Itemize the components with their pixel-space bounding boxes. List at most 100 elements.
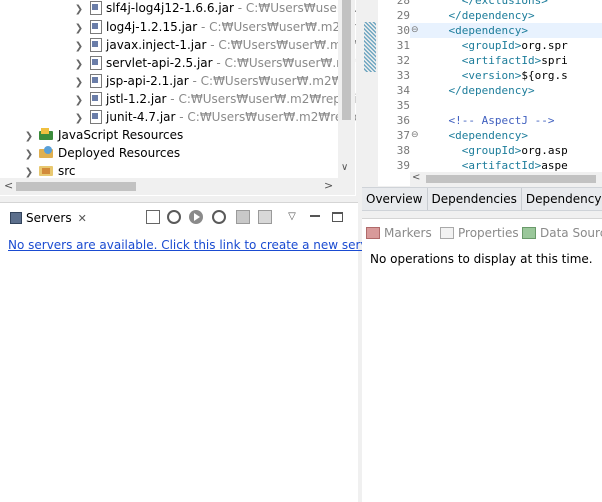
tab-overview[interactable]: Overview [362,188,428,210]
fold-toggle-icon[interactable] [411,0,421,8]
tree-item-jar[interactable]: ❯ log4j-1.2.15.jar - C:₩Users₩user₩.m2₩re… [74,18,356,36]
chevron-right-icon[interactable]: ❯ [74,1,84,19]
pom-xml-editor[interactable]: 28 </exclusions> 29 </dependency> 30 ⊖ <dep… [362,0,602,186]
fold-toggle-icon[interactable] [411,113,421,128]
jar-path: - C:₩Users₩user₩.m2₩re [210,38,356,52]
view-menu-icon[interactable]: ▽ [285,210,299,224]
debug-server-icon[interactable] [167,210,181,224]
fold-toggle-icon[interactable] [411,143,421,158]
tree-item-jar[interactable]: ❯jsp-api-2.1.jar - C:₩Users₩user₩.m2₩rep… [74,72,356,90]
collapse-all-icon[interactable] [146,210,160,224]
code-line[interactable]: <dependency> [422,128,528,143]
fold-toggle-icon[interactable] [411,158,421,173]
line-number: 32 [396,54,410,67]
tree-item-deployed-resources[interactable]: ❯ Deployed Resources [24,144,180,162]
tree-item-jar[interactable]: ❯servlet-api-2.5.jar - C:₩Users₩user₩.m2… [74,54,356,72]
tree-item-javascript-resources[interactable]: ❯ JavaScript Resources [24,126,183,144]
xml-value: aspe [541,159,568,172]
servers-tab-label: Servers [26,211,72,225]
fold-toggle-icon[interactable] [411,53,421,68]
tree-item-jar[interactable]: ❯javax.inject-1.jar - C:₩Users₩user₩.m2₩… [74,36,356,54]
jar-icon [88,109,102,124]
tab-servers[interactable]: Servers ✕ [4,207,93,229]
data-source-icon [522,227,536,239]
tree-item-jar[interactable]: ❯ jstl-1.2.jar - C:₩Users₩user₩.m2₩reposi… [74,90,356,108]
scroll-down-icon[interactable]: ∨ [341,162,348,173]
fold-toggle-icon[interactable] [411,98,421,113]
scrollbar-thumb[interactable] [342,0,351,120]
servers-toolbar: Servers ✕ ▽ [0,203,358,231]
scroll-left-icon[interactable]: < [412,172,420,183]
create-server-link[interactable]: No servers are available. Click this lin… [8,238,390,252]
code-line[interactable]: <artifactId>aspe [422,158,568,173]
code-line[interactable]: <version>${org.s [422,68,568,83]
profile-server-icon[interactable] [212,210,226,224]
folder-name: src [58,164,76,178]
fold-toggle-icon[interactable]: ⊖ [411,128,421,143]
code-line[interactable]: <!-- AspectJ --> [422,113,555,128]
properties-icon [440,227,454,239]
code-line[interactable]: </dependency> [422,83,535,98]
project-explorer: ❯ slf4j-log4j12-1.6.6.jar - C:₩Users₩user… [0,0,356,196]
editor-horizontal-scrollbar[interactable]: < [410,172,602,186]
publish-icon[interactable] [258,210,272,224]
tab-data-source[interactable]: Data Sourc [522,223,602,243]
xml-tag: <dependency> [448,24,528,37]
tab-dependency-hierarchy[interactable]: Dependency Hier [522,188,602,210]
xml-tag: <groupId> [461,144,522,157]
minimize-icon[interactable] [309,210,323,224]
markers-icon [366,227,380,239]
fold-toggle-icon[interactable] [411,68,421,83]
line-number: 34 [396,84,410,97]
stop-server-icon[interactable] [236,210,250,224]
tab-label: Properties [458,226,519,240]
maximize-icon[interactable] [332,212,343,222]
fold-toggle-icon[interactable] [411,83,421,98]
code-line[interactable]: <dependency> [422,23,528,38]
javascript-resources-icon [38,127,54,141]
fold-toggle-icon[interactable]: ⊖ [411,23,421,38]
tab-properties[interactable]: Properties [440,223,519,243]
jar-name: javax.inject-1.jar [106,38,207,52]
xml-tag: <artifactId> [461,159,542,172]
code-line[interactable]: <artifactId>spri [422,53,568,68]
pom-editor-tabs: OverviewDependenciesDependency Hier [362,187,602,211]
xml-tag: <dependency> [448,129,528,142]
line-number: 31 [396,39,410,52]
scrollbar-thumb[interactable] [16,182,136,191]
jar-path: - C:₩Users₩user₩.m2₩repositor [166,92,356,106]
folder-name: JavaScript Resources [58,128,184,142]
explorer-horizontal-scrollbar[interactable]: < > [0,178,355,195]
code-line[interactable]: <groupId>org.asp [422,143,568,158]
xml-value: org.spr [521,39,568,52]
code-line[interactable]: <groupId>org.spr [422,38,568,53]
jar-icon [88,37,102,52]
fold-toggle-icon[interactable] [411,8,421,23]
fold-toggle-icon[interactable] [411,38,421,53]
scrollbar-thumb[interactable] [426,175,596,183]
jar-icon [88,55,102,70]
jar-name: log4j-1.2.15.jar [106,20,198,34]
xml-value: ${org.s [521,69,568,82]
line-number: 35 [396,99,410,112]
servers-view: Servers ✕ ▽ No servers are available. Cli… [0,202,390,502]
tab-label: Markers [384,226,432,240]
line-number: 37 [396,129,410,142]
code-comment: <!-- AspectJ --> [448,114,555,127]
scroll-left-icon[interactable]: < [4,179,13,192]
close-icon[interactable]: ✕ [78,208,87,230]
tree-item-jar[interactable]: ❯ junit-4.7.jar - C:₩Users₩user₩.m2₩repos… [74,108,356,126]
jar-icon [88,0,102,15]
code-line[interactable]: </dependency> [422,8,535,23]
start-server-icon[interactable] [189,210,203,224]
line-number: 29 [396,9,410,22]
tab-markers[interactable]: Markers [366,223,432,243]
explorer-vertical-scrollbar[interactable]: ∨ [338,0,355,178]
tab-dependencies[interactable]: Dependencies [428,188,522,210]
tab-label: Data Sourc [540,226,602,240]
tree-item-jar[interactable]: ❯ slf4j-log4j12-1.6.6.jar - C:₩Users₩user… [74,0,356,17]
code-line[interactable]: </exclusions> [422,0,548,8]
scroll-right-icon[interactable]: > [324,179,333,192]
